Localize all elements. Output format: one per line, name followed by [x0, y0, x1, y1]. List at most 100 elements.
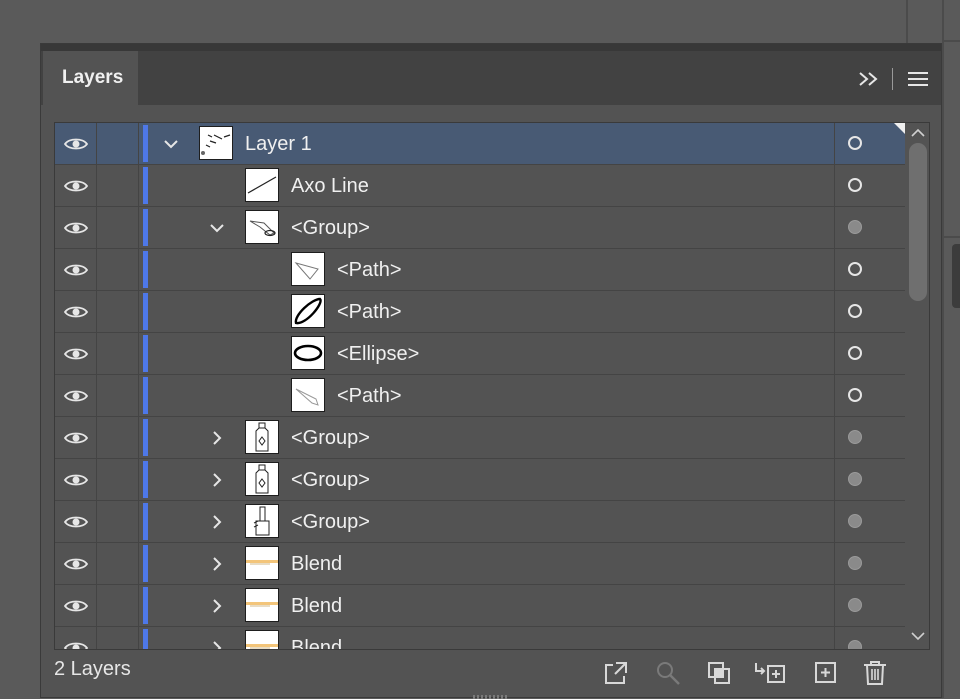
- layer-color-indicator: [143, 377, 148, 414]
- lock-toggle[interactable]: [97, 543, 138, 584]
- export-icon[interactable]: [602, 659, 630, 687]
- layer-row[interactable]: Layer 1: [55, 123, 905, 165]
- scrollbar[interactable]: [906, 123, 929, 649]
- hamburger-menu-icon[interactable]: [906, 70, 930, 88]
- lock-toggle[interactable]: [97, 501, 138, 542]
- target-circle-icon[interactable]: [848, 472, 862, 486]
- magnifier-icon[interactable]: [654, 659, 682, 687]
- layer-name[interactable]: Blend: [291, 543, 342, 585]
- sublayer-row[interactable]: <Group>: [55, 207, 905, 249]
- tab-layers[interactable]: Layers: [43, 51, 138, 105]
- target-circle-icon[interactable]: [848, 136, 862, 150]
- lock-toggle[interactable]: [97, 249, 138, 290]
- new-sublayer-icon[interactable]: [754, 659, 788, 687]
- sublayer-row[interactable]: <Group>: [55, 501, 905, 543]
- sublayer-row[interactable]: Blend: [55, 543, 905, 585]
- sublayer-row[interactable]: <Ellipse>: [55, 333, 905, 375]
- chevron-right-icon[interactable]: [209, 430, 225, 446]
- eye-icon[interactable]: [63, 262, 89, 278]
- eye-icon[interactable]: [63, 178, 89, 194]
- target-circle-icon[interactable]: [848, 430, 862, 444]
- lock-toggle[interactable]: [97, 459, 138, 500]
- column-divider: [834, 543, 835, 584]
- side-panel-tab[interactable]: [952, 244, 960, 308]
- sublayer-row[interactable]: <Path>: [55, 291, 905, 333]
- sublayer-row[interactable]: <Path>: [55, 375, 905, 417]
- column-divider: [138, 249, 139, 290]
- target-circle-icon[interactable]: [848, 178, 862, 192]
- chevron-right-icon[interactable]: [209, 514, 225, 530]
- workspace-divider: [942, 0, 944, 698]
- layer-name[interactable]: Axo Line: [291, 165, 369, 207]
- sublayer-row[interactable]: <Group>: [55, 417, 905, 459]
- chevron-down-icon[interactable]: [163, 136, 179, 152]
- new-layer-icon[interactable]: [812, 659, 840, 687]
- chevron-right-icon[interactable]: [209, 640, 225, 650]
- column-divider: [834, 417, 835, 458]
- layer-thumbnail: [199, 126, 233, 160]
- sublayer-row[interactable]: <Path>: [55, 249, 905, 291]
- eye-icon[interactable]: [63, 514, 89, 530]
- chevron-right-icon[interactable]: [209, 598, 225, 614]
- layer-name[interactable]: <Group>: [291, 459, 370, 501]
- lock-toggle[interactable]: [97, 165, 138, 206]
- lock-toggle[interactable]: [97, 123, 138, 164]
- layer-name[interactable]: <Path>: [337, 375, 402, 417]
- eye-icon[interactable]: [63, 220, 89, 236]
- layer-name[interactable]: Layer 1: [245, 123, 312, 165]
- sublayer-row[interactable]: Blend: [55, 627, 905, 650]
- lock-toggle[interactable]: [97, 585, 138, 626]
- sublayer-row[interactable]: Blend: [55, 585, 905, 627]
- lock-toggle[interactable]: [97, 627, 138, 649]
- chevron-down-icon[interactable]: [209, 220, 225, 236]
- layer-name[interactable]: <Group>: [291, 417, 370, 459]
- lock-toggle[interactable]: [97, 291, 138, 332]
- eye-icon[interactable]: [63, 556, 89, 572]
- panel-drag-bar[interactable]: [41, 44, 941, 51]
- sublayer-row[interactable]: Axo Line: [55, 165, 905, 207]
- layer-count: 2 Layers: [54, 658, 131, 680]
- target-circle-icon[interactable]: [848, 262, 862, 276]
- chevron-right-icon[interactable]: [209, 556, 225, 572]
- eye-icon[interactable]: [63, 472, 89, 488]
- layer-name[interactable]: <Ellipse>: [337, 333, 419, 375]
- target-circle-icon[interactable]: [848, 220, 862, 234]
- double-chevron-right-icon[interactable]: [857, 69, 881, 89]
- layer-name[interactable]: <Group>: [291, 501, 370, 543]
- eye-icon[interactable]: [63, 136, 89, 152]
- target-circle-icon[interactable]: [848, 598, 862, 612]
- layers-list: Layer 1 Axo Line <Group> <Path> <Path> <Ellip…: [54, 122, 930, 650]
- eye-icon[interactable]: [63, 388, 89, 404]
- target-circle-icon[interactable]: [848, 346, 862, 360]
- layer-name[interactable]: Blend: [291, 585, 342, 627]
- column-divider: [138, 627, 139, 649]
- eye-icon[interactable]: [63, 304, 89, 320]
- layer-name[interactable]: Blend: [291, 627, 342, 649]
- clipping-mask-icon[interactable]: [705, 659, 733, 687]
- eye-icon[interactable]: [63, 346, 89, 362]
- target-circle-icon[interactable]: [848, 514, 862, 528]
- target-circle-icon[interactable]: [848, 388, 862, 402]
- column-divider: [138, 165, 139, 206]
- target-circle-icon[interactable]: [848, 556, 862, 570]
- eye-icon[interactable]: [63, 598, 89, 614]
- scroll-up-icon[interactable]: [909, 126, 927, 140]
- layer-name[interactable]: <Path>: [337, 291, 402, 333]
- layer-name[interactable]: <Path>: [337, 249, 402, 291]
- eye-icon[interactable]: [63, 640, 89, 650]
- resize-grip[interactable]: [473, 695, 509, 699]
- lock-toggle[interactable]: [97, 333, 138, 374]
- scroll-down-icon[interactable]: [909, 629, 927, 643]
- trash-icon[interactable]: [861, 659, 889, 687]
- target-circle-icon[interactable]: [848, 640, 862, 649]
- scroll-thumb[interactable]: [909, 143, 927, 301]
- lock-toggle[interactable]: [97, 417, 138, 458]
- eye-icon[interactable]: [63, 430, 89, 446]
- sublayer-row[interactable]: <Group>: [55, 459, 905, 501]
- chevron-right-icon[interactable]: [209, 472, 225, 488]
- lock-toggle[interactable]: [97, 207, 138, 248]
- target-circle-icon[interactable]: [848, 304, 862, 318]
- layer-thumbnail: [245, 630, 279, 649]
- layer-name[interactable]: <Group>: [291, 207, 370, 249]
- lock-toggle[interactable]: [97, 375, 138, 416]
